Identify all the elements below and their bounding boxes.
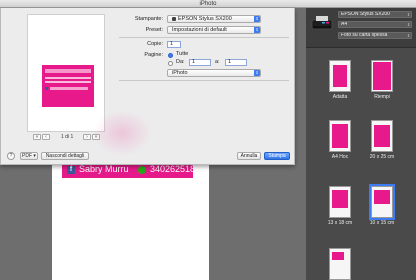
pages-to-label: a: (215, 59, 220, 65)
pages-all-label: Tutte (176, 51, 189, 57)
thumb-page (329, 60, 351, 92)
thumb-label: 20 x 25 cm (369, 154, 395, 160)
help-button[interactable]: ? (7, 152, 15, 160)
layout-thumb-10x15[interactable]: 10 x 15 cm (363, 184, 401, 226)
thumb-page (371, 60, 393, 92)
layout-thumb-13x18[interactable]: 13 x 18 cm (321, 186, 359, 226)
photo-name: Sabry Murru (79, 164, 129, 174)
panel-printer-value: EPSON Stylus SX200 (341, 11, 390, 17)
print-dialog: « ‹ 1 di 1 › » Stampante: EPSON Stylus S… (0, 8, 295, 165)
thumb-label: 10 x 15 cm (369, 220, 395, 226)
facebook-icon: f (67, 166, 75, 174)
layout-thumb-extra[interactable] (321, 248, 359, 280)
print-button[interactable]: Stampa (264, 152, 290, 160)
photo-page-preview (52, 160, 209, 280)
last-page-button[interactable]: » (92, 134, 100, 140)
thumb-page-selected (369, 184, 395, 220)
hide-details-button[interactable]: Nascondi dettagli (41, 152, 89, 160)
print-dialog-footer: ? PDF ▾ Nascondi dettagli Annulla Stampa (1, 150, 294, 164)
preset-select[interactable]: Impostazioni di default ⇕ (167, 26, 261, 34)
window-titlebar: iPhoto (0, 0, 416, 8)
layout-thumb-fill[interactable]: Riempi (363, 60, 401, 100)
pages-to-input[interactable]: 1 (225, 59, 247, 66)
chevron-updown-icon: ⇕ (254, 27, 260, 33)
preview-pager: « ‹ 1 di 1 › » (33, 134, 101, 140)
pages-range-radio[interactable] (168, 61, 173, 66)
printer-small-icon (172, 16, 176, 21)
panel-printer-select[interactable]: EPSON Stylus SX200 ⇕ (338, 11, 412, 18)
layout-thumb-a4[interactable]: A4 Hoc (321, 120, 359, 160)
printer-label: Stampante: (134, 16, 163, 22)
pages-from-label: Da: (176, 59, 185, 65)
photo-phone: 3402625187 (150, 164, 201, 174)
printer-icon (311, 16, 333, 30)
thumb-page (329, 120, 351, 152)
divider (119, 37, 289, 38)
pages-label: Pagine: (144, 52, 163, 58)
panel-header: EPSON Stylus SX200 ⇕ A4 ⇕ Foto su carta … (306, 8, 416, 48)
thumb-label: Adatta (332, 94, 348, 100)
layout-thumb-fit[interactable]: Adatta (321, 60, 359, 100)
thumb-label: Riempi (374, 94, 390, 100)
paper-type-select[interactable]: Foto su carta spessa ⇕ (338, 32, 412, 39)
paper-size-select[interactable]: A4 ⇕ (338, 21, 412, 28)
pdf-menu-button[interactable]: PDF ▾ (20, 152, 38, 160)
chevron-updown-icon: ⇕ (406, 12, 411, 17)
thumb-page (371, 120, 393, 152)
print-preview (27, 14, 105, 132)
whatsapp-icon (138, 166, 146, 174)
prev-page-button[interactable]: ‹ (42, 134, 50, 140)
app-options-value: iPhoto (172, 70, 188, 76)
chevron-updown-icon: ⇕ (406, 33, 411, 38)
preset-label: Preset: (145, 27, 163, 33)
copies-label: Copie: (147, 41, 163, 47)
thumb-page (329, 186, 351, 218)
next-page-button[interactable]: › (83, 134, 91, 140)
pages-all-radio[interactable] (168, 53, 173, 58)
page-count: 1 di 1 (61, 134, 74, 140)
chevron-updown-icon: ⇕ (406, 22, 411, 27)
copies-input[interactable]: 1 (167, 41, 181, 48)
preview-photo (42, 65, 94, 107)
pdf-label: PDF (22, 153, 33, 159)
first-page-button[interactable]: « (33, 134, 41, 140)
thumb-page (329, 248, 351, 280)
app-options-select[interactable]: iPhoto ⇕ (167, 69, 261, 77)
layout-thumb-20x25[interactable]: 20 x 25 cm (363, 120, 401, 160)
print-settings-panel: EPSON Stylus SX200 ⇕ A4 ⇕ Foto su carta … (306, 8, 416, 280)
pages-from-input[interactable]: 1 (189, 59, 211, 66)
printer-select[interactable]: EPSON Stylus SX200 ⇕ (167, 15, 261, 23)
preset-value: Impostazioni di default (172, 27, 227, 33)
thumb-label: 13 x 18 cm (327, 220, 353, 226)
divider (119, 80, 289, 81)
paper-type-value: Foto su carta spessa (341, 32, 388, 38)
paper-size-value: A4 (341, 21, 348, 27)
printer-value: EPSON Stylus SX200 (178, 16, 232, 22)
chevron-updown-icon: ⇕ (254, 70, 260, 76)
cancel-button[interactable]: Annulla (237, 152, 261, 160)
window-title: iPhoto (199, 1, 217, 7)
thumb-label: A4 Hoc (331, 154, 349, 160)
chevron-updown-icon: ⇕ (254, 16, 260, 22)
